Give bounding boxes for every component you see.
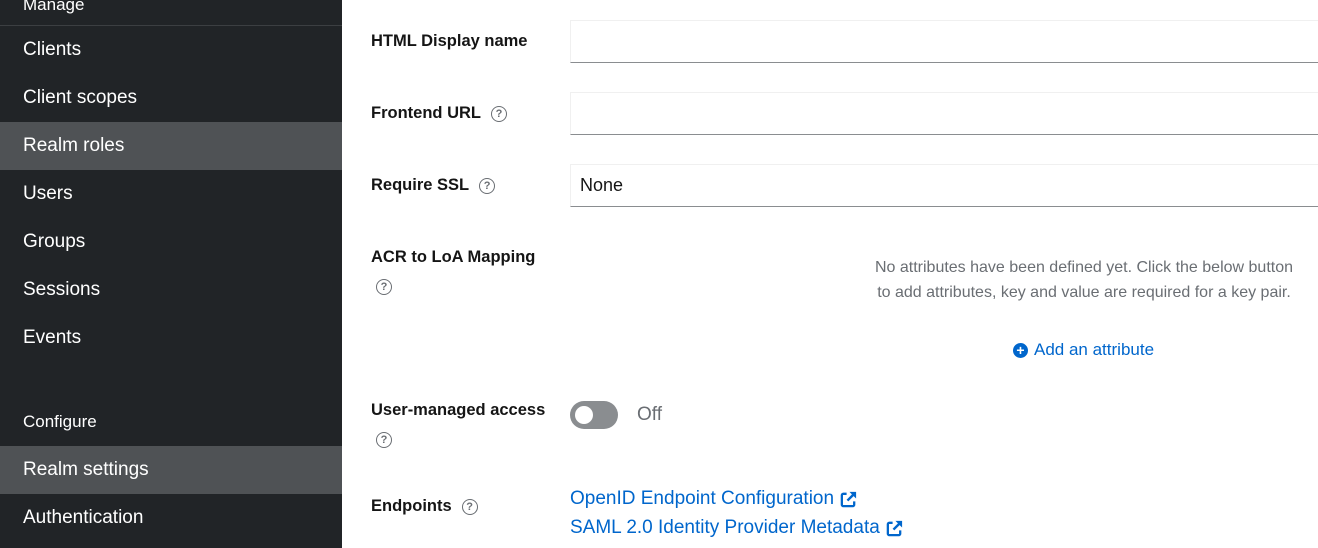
require-ssl-selected-value: None [580,175,624,195]
sidebar-item-label: Sessions [23,279,101,300]
html-display-name-input[interactable] [570,20,1318,63]
toggle-knob [575,406,593,424]
sidebar-item-sessions[interactable]: Sessions [0,266,342,314]
user-managed-access-toggle[interactable] [570,401,618,429]
plus-circle-icon: + [1013,342,1028,358]
require-ssl-label: Require SSL ? [371,176,496,195]
sidebar-item-label: Events [23,327,82,348]
sidebar-item-users[interactable]: Users [0,170,342,218]
user-managed-access-label-text: User-managed access [371,401,546,419]
nav-section-manage: Manage [23,0,85,14]
html-display-name-label-text: HTML Display name [371,32,528,50]
frontend-url-label-text: Frontend URL [371,104,481,122]
acr-mapping-label-text: ACR to LoA Mapping [371,248,536,266]
nav-section-configure: Configure [23,412,97,431]
external-link-icon [886,520,902,536]
sidebar-item-realm-settings[interactable]: Realm settings [0,446,342,494]
add-attribute-button[interactable]: + Add an attribute [1013,340,1154,360]
frontend-url-label: Frontend URL ? [371,104,507,123]
sidebar-item-client-scopes[interactable]: Client scopes [0,74,342,122]
help-icon[interactable]: ? [376,279,392,295]
help-icon[interactable]: ? [461,498,478,515]
html-display-name-label: HTML Display name [371,32,527,51]
help-icon[interactable]: ? [376,432,392,448]
openid-endpoint-link[interactable]: OpenID Endpoint Configuration [570,488,858,510]
sidebar-item-label: Groups [23,231,86,252]
sidebar-item-authentication[interactable]: Authentication [0,494,342,542]
realm-settings-form: HTML Display name Frontend URL ? Require… [342,0,1318,548]
external-link-icon [840,491,857,507]
require-ssl-select[interactable]: None [570,164,1318,207]
help-icon[interactable]: ? [490,105,507,122]
endpoints-label: Endpoints ? [371,497,478,516]
frontend-url-input[interactable] [570,92,1318,135]
sidebar-item-label: Authentication [23,507,144,528]
sidebar-item-label: Users [23,183,73,204]
openid-endpoint-link-text: OpenID Endpoint Configuration [570,488,835,509]
sidebar-nav: Manage Clients Client scopes Realm roles… [0,0,342,548]
sidebar-item-events[interactable]: Events [0,314,342,362]
acr-mapping-label: ACR to LoA Mapping [371,248,535,267]
user-managed-access-state: Off [637,404,662,425]
acr-mapping-empty-state: No attributes have been defined yet. Cli… [874,259,1294,301]
endpoints-label-text: Endpoints [371,497,452,515]
saml-metadata-link-text: SAML 2.0 Identity Provider Metadata [570,517,880,538]
sidebar-item-label: Realm roles [23,135,125,156]
sidebar-item-label: Realm settings [23,459,149,480]
sidebar-item-label: Client scopes [23,87,138,108]
sidebar-item-realm-roles[interactable]: Realm roles [0,122,342,170]
add-attribute-label: Add an attribute [1034,340,1155,359]
help-icon[interactable]: ? [479,177,496,194]
user-managed-access-label: User-managed access [371,401,545,420]
sidebar-item-groups[interactable]: Groups [0,218,342,266]
sidebar-item-label: Clients [23,39,82,60]
saml-metadata-link[interactable]: SAML 2.0 Identity Provider Metadata [570,517,904,539]
require-ssl-label-text: Require SSL [371,176,470,194]
sidebar-item-clients[interactable]: Clients [0,26,342,74]
